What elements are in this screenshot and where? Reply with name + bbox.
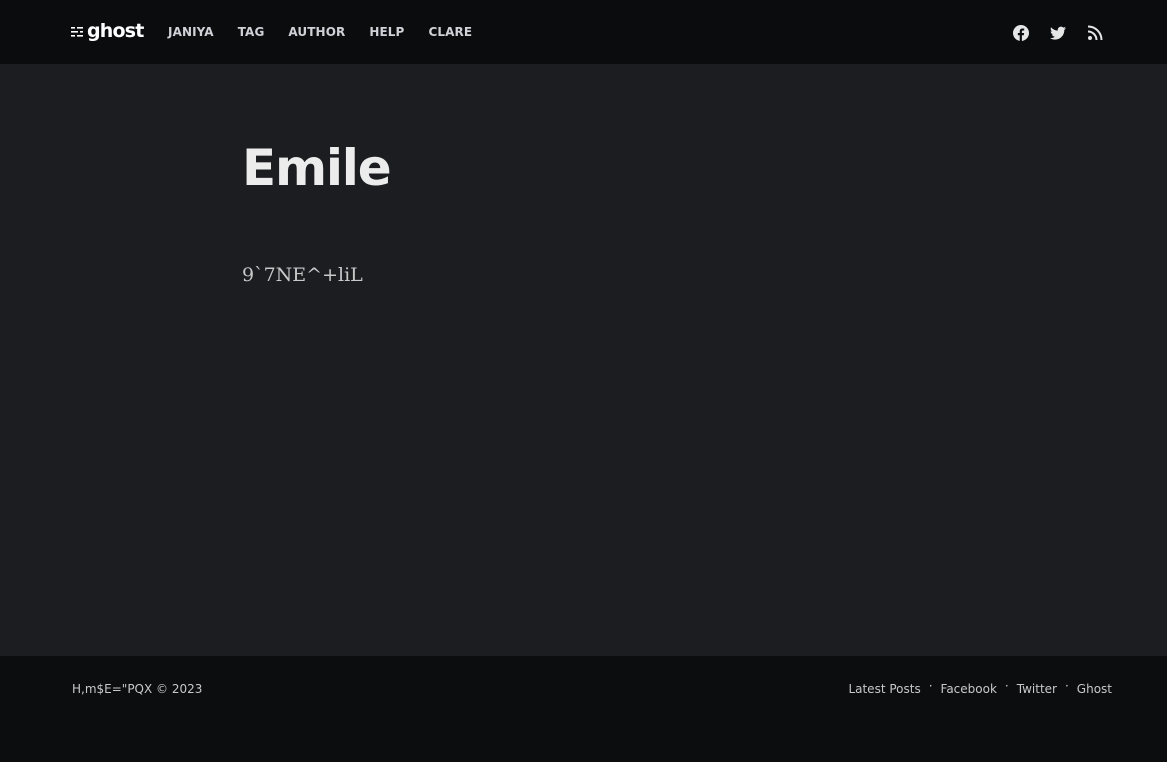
footer-separator: · — [1064, 679, 1069, 693]
footer-nav: Latest Posts · Facebook · Twitter · Ghos… — [848, 679, 1112, 697]
footer-link-facebook[interactable]: Facebook — [941, 682, 997, 697]
site-footer: H,m$E="PQX © 2023 Latest Posts · Faceboo… — [0, 656, 1167, 762]
footer-link-twitter[interactable]: Twitter — [1017, 682, 1057, 697]
nav-item-help[interactable]: HELP — [369, 25, 404, 40]
facebook-icon[interactable] — [1013, 25, 1029, 41]
nav-item-clare[interactable]: CLARE — [428, 25, 472, 40]
nav-item-janiya[interactable]: JANIYA — [168, 25, 214, 40]
main-content: Emile 9`7NE^+liL — [0, 64, 1167, 656]
page-body-text: 9`7NE^+liL — [242, 264, 363, 286]
rss-icon[interactable] — [1087, 25, 1103, 41]
footer-link-ghost[interactable]: Ghost — [1077, 682, 1112, 697]
site-logo[interactable]: ghost — [71, 20, 144, 42]
main-nav: JANIYA TAG AUTHOR HELP CLARE — [168, 25, 496, 40]
twitter-icon[interactable] — [1050, 25, 1066, 41]
footer-separator: · — [1004, 679, 1009, 693]
logo-text: ghost — [87, 20, 144, 42]
social-links — [992, 25, 1103, 41]
nav-item-tag[interactable]: TAG — [238, 25, 265, 40]
footer-link-latest-posts[interactable]: Latest Posts — [848, 682, 920, 697]
footer-separator: · — [928, 679, 933, 693]
page-title: Emile — [242, 139, 392, 197]
ghost-logo-icon — [71, 27, 83, 37]
copyright-text: H,m$E="PQX © 2023 — [72, 682, 203, 696]
site-header: ghost JANIYA TAG AUTHOR HELP CLARE — [0, 0, 1167, 64]
nav-item-author[interactable]: AUTHOR — [288, 25, 345, 40]
